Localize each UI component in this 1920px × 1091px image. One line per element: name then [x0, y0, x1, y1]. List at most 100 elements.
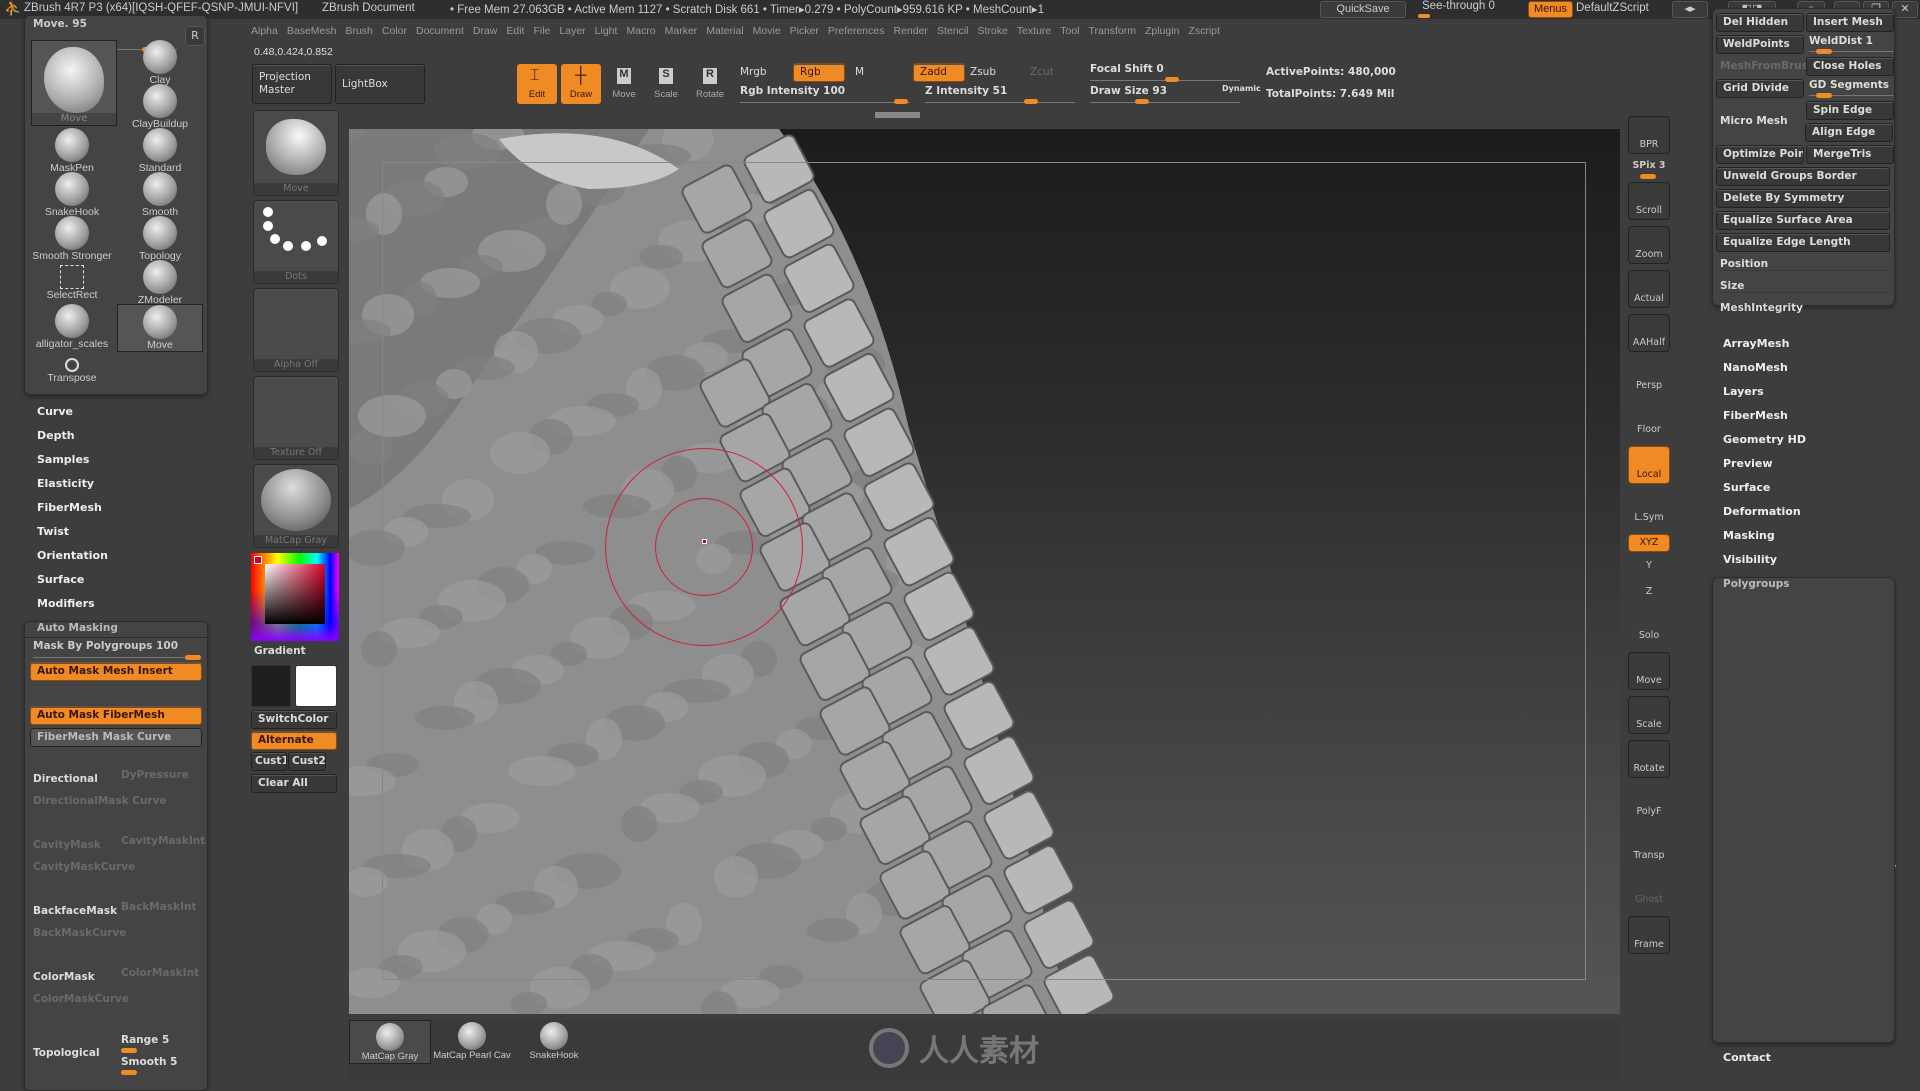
section-modifiers[interactable]: Modifiers — [37, 597, 95, 610]
brush-topology[interactable]: Topology — [117, 216, 203, 262]
section-surface[interactable]: Surface — [1723, 481, 1770, 494]
menu-draw[interactable]: Draw — [473, 25, 498, 37]
menu-file[interactable]: File — [533, 25, 550, 37]
cavitymask-toggle[interactable]: CavityMask — [33, 839, 101, 851]
shelf-local[interactable]: Local — [1628, 446, 1670, 484]
shelf-rotate[interactable]: Rotate — [1628, 740, 1670, 778]
shelf-floor[interactable]: Floor — [1628, 402, 1670, 440]
brush-claybuildup[interactable]: ClayBuildup — [117, 84, 203, 130]
mask-by-polygroups-slider[interactable]: Mask By Polygroups 100 — [33, 640, 178, 652]
section-twist[interactable]: Twist — [37, 525, 69, 538]
shelf-l-sym[interactable]: L.Sym — [1628, 490, 1670, 528]
shelf-move[interactable]: Move — [1628, 652, 1670, 690]
section-curve[interactable]: Curve — [37, 405, 73, 418]
section-deformation[interactable]: Deformation — [1723, 505, 1801, 518]
shelf-solo[interactable]: Solo — [1628, 608, 1670, 646]
main-color-swatch[interactable] — [254, 556, 262, 564]
optimize-points-button[interactable]: Optimize Points — [1716, 145, 1804, 164]
shelf-actual[interactable]: Actual — [1628, 270, 1670, 308]
shelf-z[interactable]: Z — [1628, 582, 1670, 602]
directional-mask-curve[interactable]: DirectionalMask Curve — [33, 795, 167, 807]
equalize-edge-length-button[interactable]: Equalize Edge Length — [1716, 233, 1890, 252]
shelf-spix-3[interactable]: SPix 3 — [1626, 160, 1672, 171]
canvas-viewport[interactable] — [349, 129, 1620, 1014]
menu-zscript[interactable]: Zscript — [1188, 25, 1220, 37]
directional-toggle[interactable]: Directional — [33, 773, 98, 785]
alternate-button[interactable]: Alternate — [251, 731, 337, 750]
menu-material[interactable]: Material — [706, 25, 743, 37]
default-zscript-button[interactable]: DefaultZScript — [1576, 2, 1649, 14]
topological-toggle[interactable]: Topological — [33, 1047, 100, 1059]
see-through-knob[interactable] — [1418, 14, 1430, 18]
stroke-thumbnail[interactable]: Dots — [253, 200, 339, 284]
menu-color[interactable]: Color — [382, 25, 407, 37]
colormask-curve[interactable]: ColorMaskCurve — [33, 993, 129, 1005]
focal-shift-knob[interactable] — [1165, 77, 1179, 82]
dynamic-toggle[interactable]: Dynamic — [1222, 84, 1261, 93]
brush-selectrect[interactable]: SelectRect — [29, 260, 115, 301]
mrgb-button[interactable]: Mrgb — [740, 66, 767, 78]
quicksave-button[interactable]: QuickSave — [1320, 1, 1406, 18]
bottom-shelf-snakehook[interactable]: SnakeHook — [513, 1020, 595, 1064]
menu-picker[interactable]: Picker — [790, 25, 819, 37]
zcut-button[interactable]: Zcut — [1030, 66, 1054, 78]
weldpoints-button[interactable]: WeldPoints — [1716, 35, 1804, 54]
menu-movie[interactable]: Movie — [753, 25, 781, 37]
clear-all-button[interactable]: Clear All — [251, 774, 337, 793]
edit-button[interactable]: ⌶ Edit — [517, 64, 557, 104]
brush-smooth-stronger[interactable]: Smooth Stronger — [29, 216, 115, 262]
menu-macro[interactable]: Macro — [626, 25, 655, 37]
shelf-transp[interactable]: Transp — [1628, 828, 1670, 866]
cust2-button[interactable]: Cust2 — [288, 752, 326, 771]
slider-knob[interactable] — [185, 655, 201, 660]
current-brush-thumbnail[interactable]: Move — [31, 40, 117, 126]
menu-stroke[interactable]: Stroke — [977, 25, 1007, 37]
section-nanomesh[interactable]: NanoMesh — [1723, 361, 1788, 374]
mergetris-button[interactable]: MergeTris — [1806, 145, 1894, 164]
menu-brush[interactable]: Brush — [345, 25, 372, 37]
section-surface[interactable]: Surface — [37, 573, 84, 586]
zadd-button[interactable]: Zadd — [913, 63, 965, 82]
range-slider[interactable]: Range 5 — [121, 1034, 169, 1046]
section-masking[interactable]: Masking — [1723, 529, 1775, 542]
close-holes-button[interactable]: Close Holes — [1806, 57, 1894, 76]
equalize-surface-area-button[interactable]: Equalize Surface Area — [1716, 211, 1890, 230]
section-fibermesh[interactable]: FiberMesh — [1723, 409, 1788, 422]
brush-zmodeler[interactable]: ZModeler — [117, 260, 203, 306]
material-thumbnail[interactable]: MatCap Gray — [253, 464, 339, 548]
align-edge-button[interactable]: Align Edge — [1805, 123, 1893, 142]
move-button[interactable]: M Move — [604, 64, 644, 104]
close-icon[interactable]: ✕ — [1892, 1, 1918, 18]
cavitymask-curve[interactable]: CavityMaskCurve — [33, 861, 135, 873]
draw-size-knob[interactable] — [1135, 99, 1149, 104]
brush-move[interactable]: Move — [117, 304, 203, 352]
shelf-frame[interactable]: Frame — [1628, 916, 1670, 954]
colormask-int-slider[interactable]: ColorMaskInt — [121, 967, 199, 979]
section-layers[interactable]: Layers — [1723, 385, 1764, 398]
brush-maskpen[interactable]: MaskPen — [29, 128, 115, 174]
menu-basemesh[interactable]: BaseMesh — [287, 25, 337, 37]
alpha-thumbnail[interactable]: Alpha Off — [253, 288, 339, 372]
bottom-shelf-matcap-pearl-cav[interactable]: MatCap Pearl Cav — [431, 1020, 513, 1064]
unweld-groups-border-button[interactable]: Unweld Groups Border — [1716, 167, 1890, 186]
shelf-bpr[interactable]: BPR — [1628, 116, 1670, 154]
menu-tool[interactable]: Tool — [1060, 25, 1079, 37]
brush-thumbnail[interactable]: Move — [253, 110, 339, 196]
section-preview[interactable]: Preview — [1723, 457, 1773, 470]
color-square[interactable] — [265, 564, 325, 624]
menu-layer[interactable]: Layer — [559, 25, 585, 37]
meshfrombrush-button[interactable]: MeshFromBrush — [1720, 60, 1808, 72]
secondary-color-swatch[interactable] — [251, 665, 291, 707]
backfacemask-toggle[interactable]: BackfaceMask — [33, 905, 117, 917]
menu-texture[interactable]: Texture — [1017, 25, 1051, 37]
grid-divide-button[interactable]: Grid Divide — [1716, 79, 1804, 98]
auto-mask-fibermesh-button[interactable]: Auto Mask FiberMesh — [30, 706, 202, 725]
shelf-xyz[interactable]: XYZ — [1628, 534, 1670, 552]
spix-knob[interactable] — [1640, 174, 1656, 179]
menus-button[interactable]: Menus — [1528, 1, 1573, 18]
gd-segments-slider[interactable]: GD Segments — [1809, 79, 1897, 91]
fibermesh-mask-curve[interactable]: FiberMesh Mask Curve — [30, 728, 202, 747]
del-hidden-button[interactable]: Del Hidden — [1716, 13, 1804, 32]
cavitymask-int-slider[interactable]: CavityMaskInt — [121, 835, 205, 847]
z-intensity-slider[interactable]: Z Intensity 51 — [925, 85, 1007, 97]
